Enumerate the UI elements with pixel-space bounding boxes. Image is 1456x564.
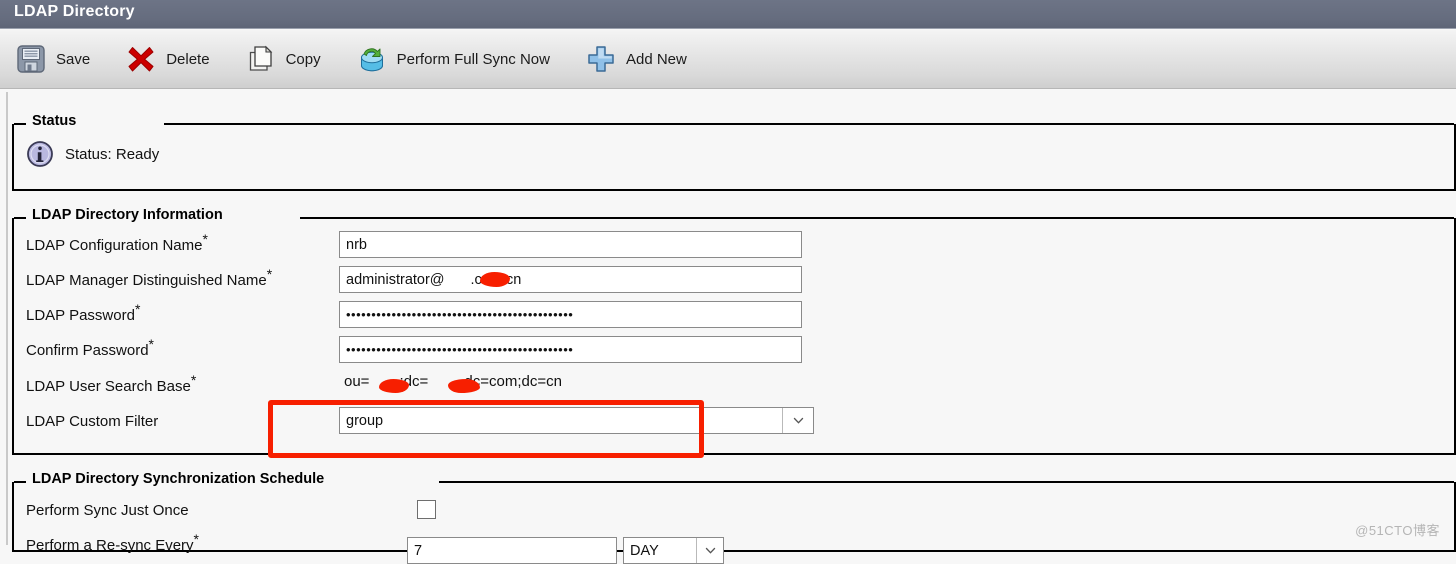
delete-button[interactable]: Delete	[118, 36, 219, 82]
status-panel-legend: Status	[28, 113, 81, 129]
ldap-manager-dn-value-prefix: administrator@	[346, 272, 445, 288]
add-new-button[interactable]: Add New	[578, 36, 697, 82]
form-row-ldap-user-search-base: LDAP User Search Base* ou=;dc=,dc=com;dc…	[14, 369, 1454, 403]
schedule-panel-legend: LDAP Directory Synchronization Schedule	[28, 471, 329, 487]
required-asterisk: *	[149, 336, 154, 352]
chevron-down-icon[interactable]	[697, 538, 723, 563]
confirm-password-input[interactable]: ••••••••••••••••••••••••••••••••••••••••…	[339, 336, 802, 363]
copy-pages-icon	[244, 42, 278, 76]
resync-unit-select[interactable]: DAY	[623, 537, 724, 564]
chevron-down-icon[interactable]	[783, 408, 813, 433]
resync-unit-value: DAY	[624, 538, 697, 563]
ldap-password-input[interactable]: ••••••••••••••••••••••••••••••••••••••••…	[339, 301, 802, 328]
required-asterisk: *	[135, 301, 140, 317]
status-text: Status: Ready	[65, 146, 159, 163]
status-panel: Status Status: Ready	[12, 124, 1456, 191]
ldap-custom-filter-label: LDAP Custom Filter	[26, 413, 158, 430]
page-left-rule	[6, 92, 8, 545]
required-asterisk: *	[191, 372, 196, 388]
blue-plus-icon	[584, 42, 618, 76]
info-icon	[24, 138, 56, 170]
ldap-manager-dn-value-suffix: .com.cn	[471, 272, 522, 288]
form-row-perform-sync-just-once: Perform Sync Just Once	[14, 493, 1454, 527]
form-row-ldap-manager-distinguished-name: LDAP Manager Distinguished Name* adminis…	[14, 263, 1454, 297]
form-row-ldap-configuration-name: LDAP Configuration Name* nrb	[14, 228, 1454, 262]
ldap-directory-information-panel: LDAP Directory Information LDAP Configur…	[12, 218, 1456, 455]
perform-a-resync-every-label: Perform a Re-sync Every*	[26, 537, 199, 554]
form-row-ldap-password: LDAP Password* •••••••••••••••••••••••••…	[14, 298, 1454, 332]
required-asterisk: *	[202, 231, 207, 247]
floppy-disk-icon	[14, 42, 48, 76]
ldap-manager-distinguished-name-label: LDAP Manager Distinguished Name*	[26, 272, 272, 289]
info-panel-legend: LDAP Directory Information	[28, 207, 228, 223]
ldap-configuration-name-value: nrb	[346, 237, 367, 253]
ldap-custom-filter-select[interactable]: group	[339, 407, 814, 434]
ldap-manager-distinguished-name-input[interactable]: administrator@ .com.cn	[339, 266, 802, 293]
ldap-custom-filter-value: group	[340, 408, 783, 433]
ldap-configuration-name-label: LDAP Configuration Name*	[26, 237, 208, 254]
ldap-user-search-base-value: ou=;dc=,dc=com;dc=cn	[344, 373, 562, 390]
form-row-confirm-password: Confirm Password* ••••••••••••••••••••••…	[14, 333, 1454, 367]
copy-button-label: Copy	[286, 51, 321, 68]
perform-full-sync-now-button-label: Perform Full Sync Now	[397, 51, 550, 68]
ldap-password-value: ••••••••••••••••••••••••••••••••••••••••…	[346, 308, 573, 321]
confirm-password-value: ••••••••••••••••••••••••••••••••••••••••…	[346, 343, 573, 356]
form-row-perform-a-resync-every: Perform a Re-sync Every* 7 DAY	[14, 528, 1454, 562]
perform-full-sync-now-button[interactable]: Perform Full Sync Now	[349, 36, 560, 82]
sync-database-icon	[355, 42, 389, 76]
ldap-user-search-base-label: LDAP User Search Base*	[26, 378, 196, 395]
status-row: Status: Ready	[24, 138, 159, 170]
resync-interval-input[interactable]: 7	[407, 537, 617, 564]
ldap-directory-synchronization-schedule-panel: LDAP Directory Synchronization Schedule …	[12, 482, 1456, 552]
perform-sync-just-once-checkbox[interactable]	[417, 500, 436, 519]
ldap-password-label: LDAP Password*	[26, 307, 140, 324]
save-button-label: Save	[56, 51, 90, 68]
perform-sync-just-once-label: Perform Sync Just Once	[26, 502, 189, 519]
window-titlebar: LDAP Directory	[0, 0, 1456, 29]
add-new-button-label: Add New	[626, 51, 687, 68]
toolbar: Save Delete Copy Perfor	[0, 30, 1456, 89]
delete-button-label: Delete	[166, 51, 209, 68]
required-asterisk: *	[267, 266, 272, 282]
save-button[interactable]: Save	[8, 36, 100, 82]
required-asterisk: *	[194, 531, 199, 547]
confirm-password-label: Confirm Password*	[26, 342, 154, 359]
watermark: @51CTO博客	[1355, 520, 1440, 539]
ldap-configuration-name-input[interactable]: nrb	[339, 231, 802, 258]
form-row-ldap-custom-filter: LDAP Custom Filter group	[14, 404, 1454, 438]
red-x-icon	[124, 42, 158, 76]
page-title: LDAP Directory	[14, 3, 135, 21]
copy-button[interactable]: Copy	[238, 36, 331, 82]
